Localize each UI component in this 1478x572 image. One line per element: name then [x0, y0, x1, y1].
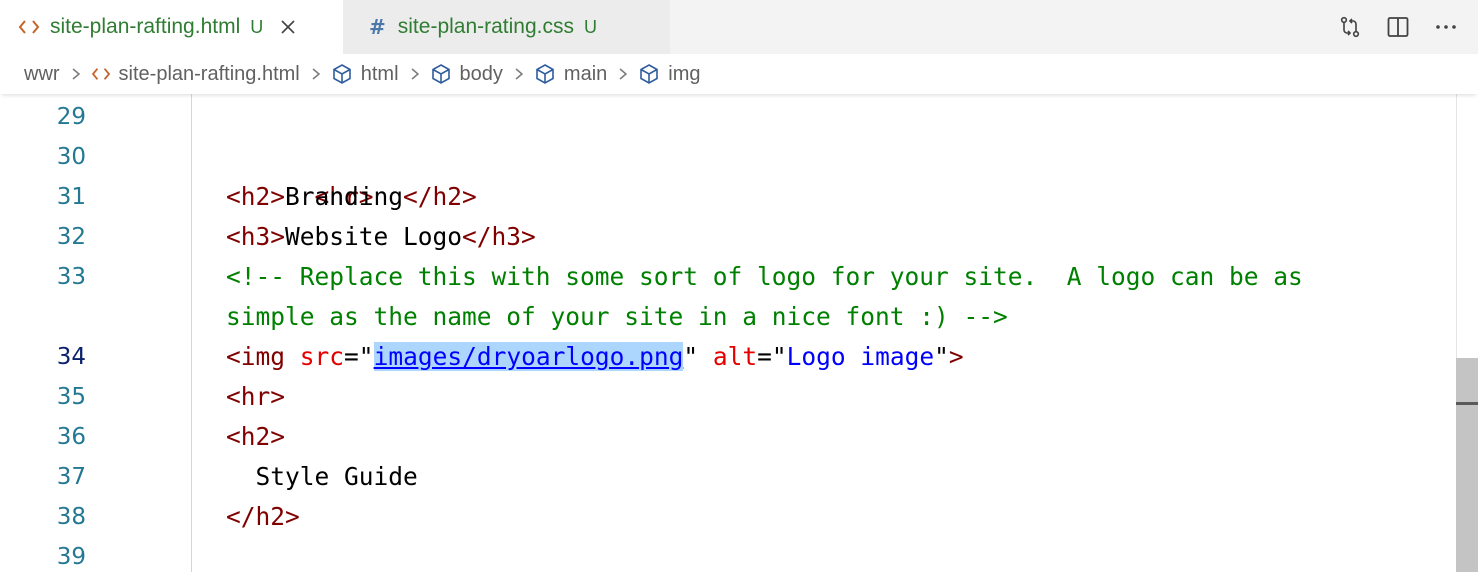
html-file-icon — [18, 20, 40, 34]
symbol-field-icon — [332, 64, 351, 84]
code-line-wrapped: simple as the name of your site in a nic… — [226, 297, 1008, 337]
line-number-gutter: 29 30 31 32 33 34 35 36 37 38 39 — [0, 94, 192, 572]
breadcrumb-label: site-plan-rafting.html — [118, 62, 300, 85]
code-editor[interactable]: 29 30 31 32 33 34 35 36 37 38 39 <hr> <h… — [0, 94, 1478, 572]
html-tag: <h2> — [226, 182, 286, 211]
breadcrumb-label: main — [563, 62, 608, 85]
more-actions-icon — [1436, 25, 1456, 29]
html-comment: <!-- Replace this with some sort of logo… — [226, 262, 1303, 291]
breadcrumb-label: html — [360, 62, 399, 85]
symbol-field-icon — [431, 64, 450, 84]
code-line-current: <img src="images/dryoarlogo.png" alt="Lo… — [226, 337, 964, 377]
attribute-value: Logo image — [786, 342, 935, 371]
untracked-status-badge: U — [250, 16, 264, 37]
split-editor-icon — [1387, 17, 1409, 37]
html-tag: <h2> — [226, 422, 286, 451]
code-line: <h2>Branding</h2> — [226, 177, 477, 217]
chevron-right-icon — [72, 68, 80, 80]
html-tag: </h3> — [462, 222, 536, 251]
breadcrumb-folder[interactable]: wwr — [24, 63, 60, 86]
tab-site-plan-rating-css[interactable]: # site-plan-rating.css U — [343, 0, 670, 54]
code-line: <h3>Website Logo</h3> — [226, 217, 536, 257]
editor-tab-bar: site-plan-rafting.html U # site-plan-rat… — [0, 0, 1478, 54]
html-comment: simple as the name of your site in a nic… — [226, 302, 1008, 331]
cursor-position-marker — [1456, 402, 1478, 405]
chevron-right-icon — [411, 68, 419, 80]
tab-label: site-plan-rafting.html — [50, 15, 241, 38]
more-actions-button[interactable] — [1434, 15, 1458, 39]
line-number: 38 — [56, 504, 86, 530]
code-line: <h2> — [226, 417, 285, 457]
code-line: <hr> — [226, 137, 374, 211]
attribute-quote: " — [683, 342, 699, 371]
breadcrumb: wwr site-plan-rafting.html html body mai… — [0, 54, 1478, 94]
split-editor-button[interactable] — [1386, 15, 1410, 39]
attribute-name: alt — [712, 342, 758, 371]
breadcrumb-label: body — [459, 62, 503, 85]
code-line: <!-- Replace this with some sort of logo… — [226, 257, 1303, 297]
tab-label: site-plan-rating.css — [397, 15, 574, 38]
breadcrumb-file[interactable]: site-plan-rafting.html — [91, 63, 300, 86]
line-number: 32 — [56, 224, 86, 250]
text-content: Style Guide — [226, 462, 418, 491]
line-number: 31 — [56, 184, 86, 210]
line-number: 37 — [56, 464, 86, 490]
breadcrumb-symbol-main[interactable]: main — [534, 63, 607, 86]
breadcrumb-symbol-body[interactable]: body — [430, 63, 503, 86]
untracked-status-badge: U — [584, 16, 597, 37]
text-content: Website Logo — [285, 222, 463, 251]
close-tab-button[interactable] — [279, 18, 297, 36]
vertical-scrollbar[interactable] — [1456, 94, 1478, 572]
line-number: 39 — [56, 544, 86, 570]
scrollbar-thumb[interactable] — [1456, 358, 1478, 572]
html-tag: <img — [226, 342, 286, 371]
html-tag: </h2> — [226, 502, 300, 531]
attribute-equals: =" — [757, 342, 787, 371]
code-line: <hr> — [226, 377, 285, 417]
attribute-quote: " — [934, 342, 949, 371]
chevron-right-icon — [515, 68, 524, 80]
breadcrumb-label: wwr — [24, 62, 60, 85]
line-number: 36 — [56, 424, 86, 450]
code-line: </h2> — [226, 497, 300, 537]
html-tag: > — [948, 342, 964, 371]
close-icon — [281, 20, 295, 34]
selected-src-value[interactable]: images/dryoarlogo.png — [373, 342, 684, 371]
css-file-icon: # — [369, 15, 386, 39]
breadcrumb-label: img — [668, 62, 701, 85]
tab-site-plan-rafting-html[interactable]: site-plan-rafting.html U — [0, 0, 343, 54]
code-line: Style Guide — [226, 457, 418, 497]
symbol-field-icon — [536, 64, 554, 84]
attribute-name: src — [299, 342, 345, 371]
chevron-right-icon — [619, 68, 628, 80]
breadcrumb-symbol-html[interactable]: html — [331, 63, 399, 86]
html-tag: </h2> — [403, 182, 477, 211]
open-changes-icon — [1340, 16, 1360, 38]
line-number: 35 — [56, 384, 86, 410]
line-number: 33 — [56, 264, 86, 290]
current-line-number: 34 — [56, 344, 86, 370]
line-number: 29 — [56, 104, 86, 130]
open-changes-button[interactable] — [1338, 15, 1362, 39]
symbol-field-icon — [640, 64, 659, 84]
attribute-equals: =" — [344, 342, 374, 371]
text-content: Branding — [285, 182, 404, 211]
line-number: 30 — [56, 144, 86, 170]
breadcrumb-symbol-img[interactable]: img — [638, 62, 701, 86]
chevron-right-icon — [312, 68, 320, 80]
html-tag: <hr> — [226, 382, 286, 411]
html-file-icon — [91, 68, 110, 80]
html-tag: <h3> — [226, 222, 286, 251]
editor-actions — [1338, 0, 1458, 54]
